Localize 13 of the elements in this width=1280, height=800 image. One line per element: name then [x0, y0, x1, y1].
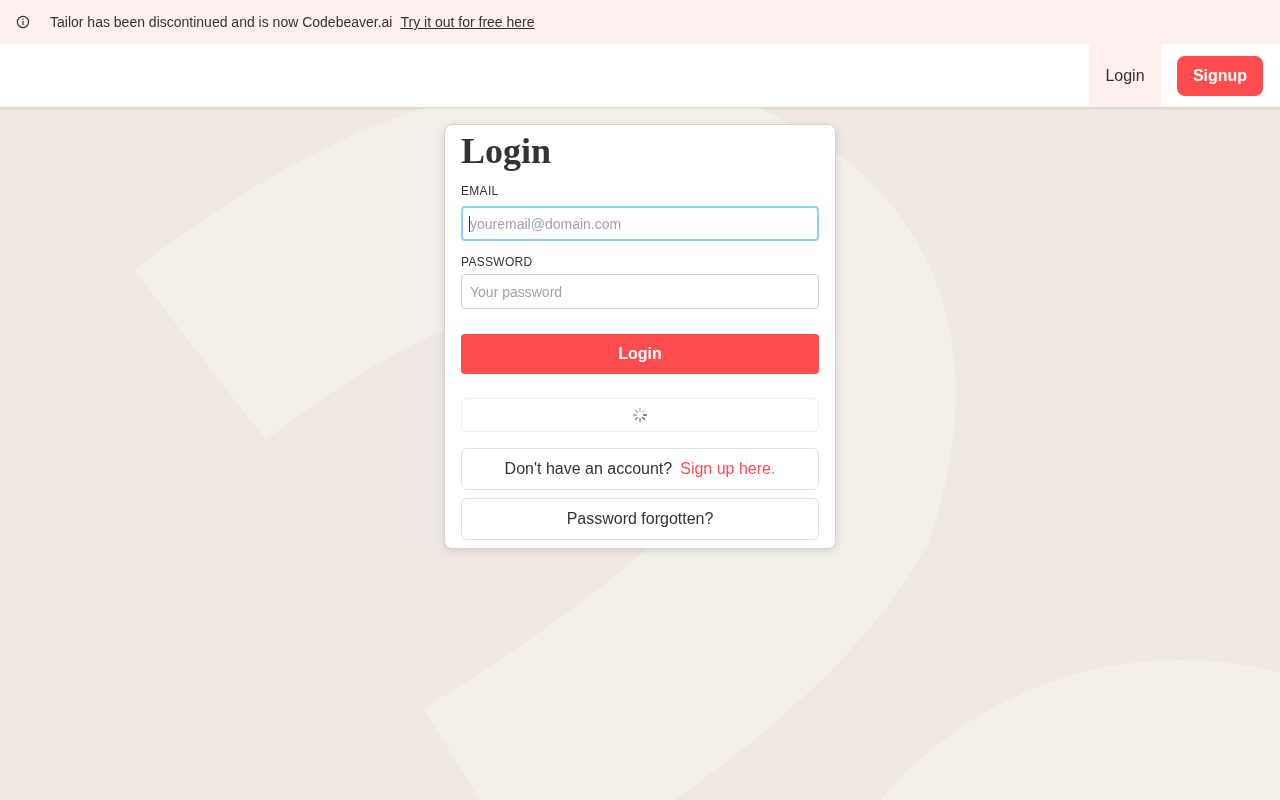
field-label: EMAIL: [461, 183, 499, 199]
signup-prompt-text: Don't have an account?: [504, 460, 673, 478]
input-field[interactable]: youremail@domain.com: [461, 206, 819, 241]
field-label: PASSWORD: [461, 254, 533, 270]
input-field[interactable]: Your password: [461, 274, 819, 309]
nav-link[interactable]: Login: [1089, 44, 1161, 107]
forgot-password-button[interactable]: Password forgotten?: [461, 498, 819, 540]
spinner-icon: [633, 408, 647, 422]
form-title: Login: [461, 130, 552, 173]
banner-message: Tailor has been discontinued and is now Codebeaver.ai: [50, 14, 393, 30]
banner-link[interactable]: Try it out for free here: [400, 14, 535, 30]
text-cursor-icon: [469, 216, 470, 232]
info-icon: [16, 15, 30, 29]
